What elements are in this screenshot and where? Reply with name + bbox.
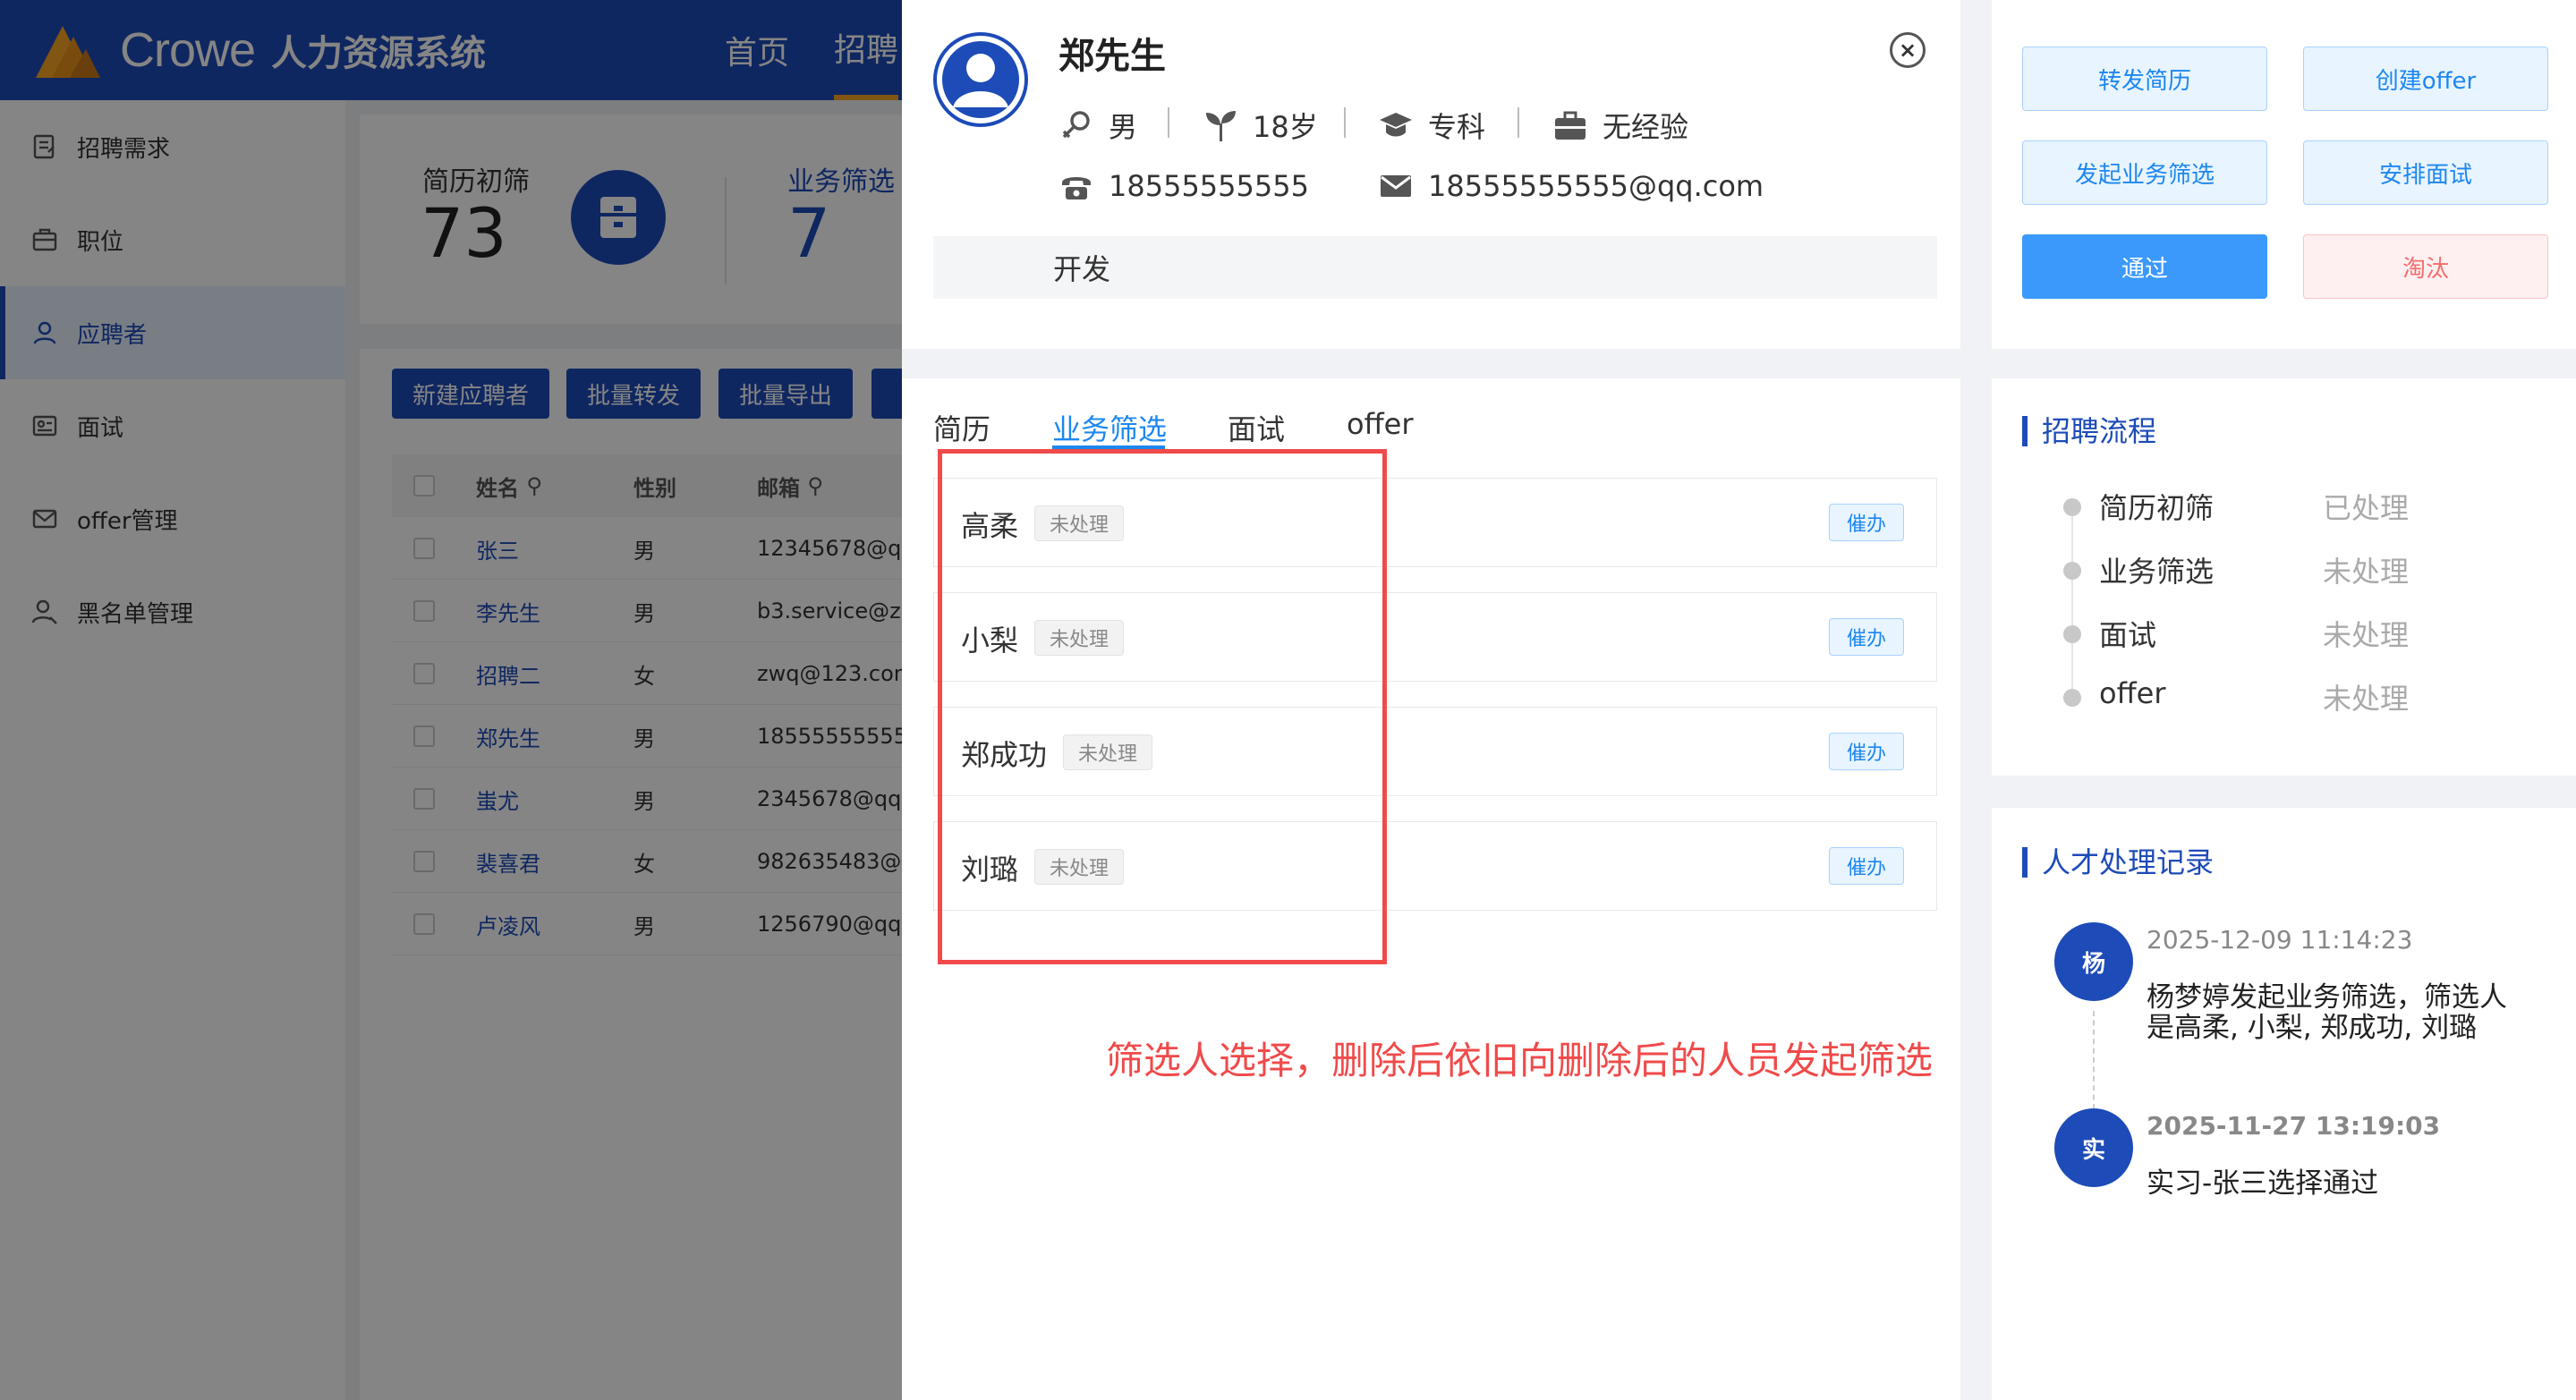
process-line xyxy=(2071,504,2073,695)
candidate-name: 郑先生 xyxy=(1058,36,1166,77)
process-step-status: 已处理 xyxy=(2323,491,2410,525)
user-avatar-icon xyxy=(937,36,1024,123)
gender-icon xyxy=(1062,111,1090,139)
urge-button[interactable]: 催办 xyxy=(1829,618,1904,656)
candidate-drawer: 郑先生 × 男 18岁 专科 无经验 18555555555 185555555… xyxy=(902,0,2576,1400)
process-step-name: 简历初筛 xyxy=(2099,491,2215,525)
graduation-cap-icon xyxy=(1380,113,1412,137)
records-panel xyxy=(1992,808,2576,1400)
process-dot xyxy=(2063,689,2081,707)
mail-icon xyxy=(1381,175,1411,197)
urge-button[interactable]: 催办 xyxy=(1829,733,1904,770)
candidate-header-panel: 郑先生 × 男 18岁 专科 无经验 18555555555 185555555… xyxy=(902,0,1960,349)
phone-icon xyxy=(1062,177,1091,199)
record-avatar: 杨 xyxy=(2054,922,2133,1001)
pass-button[interactable]: 通过 xyxy=(2022,234,2267,299)
record-text: 实习-张三选择通过 xyxy=(2147,1167,2379,1200)
record-avatar: 实 xyxy=(2054,1108,2133,1187)
process-step-name: 业务筛选 xyxy=(2099,555,2215,589)
record-text: 杨梦婷发起业务筛选，筛选人是高柔, 小梨, 郑成功, 刘璐 xyxy=(2147,981,2507,1044)
records-line xyxy=(2093,1011,2095,1109)
process-step-name: offer xyxy=(2099,676,2166,710)
highlight-box xyxy=(938,449,1387,964)
briefcase-icon xyxy=(1555,111,1586,140)
start-screening-button[interactable]: 发起业务筛选 xyxy=(2022,140,2267,205)
info-divider xyxy=(1168,107,1169,138)
candidate-gender: 男 xyxy=(1058,105,1137,146)
candidate-education: 专科 xyxy=(1378,105,1485,146)
process-step-name: 面试 xyxy=(2099,618,2157,652)
action-panel: 转发简历 创建offer 发起业务筛选 安排面试 通过 淘汰 xyxy=(1992,0,2576,349)
record-time: 2025-11-27 13:19:03 xyxy=(2147,1111,2441,1141)
urge-button[interactable]: 催办 xyxy=(1829,504,1904,541)
close-button[interactable]: × xyxy=(1890,32,1926,68)
avatar xyxy=(933,32,1028,127)
tab-offer[interactable]: offer xyxy=(1347,407,1413,441)
tab-resume[interactable]: 简历 xyxy=(933,407,990,448)
process-step-status: 未处理 xyxy=(2323,682,2410,716)
create-offer-button[interactable]: 创建offer xyxy=(2303,47,2548,111)
records-title: 人才处理记录 xyxy=(2022,847,2214,878)
urge-button[interactable]: 催办 xyxy=(1829,847,1904,885)
department-bar: 开发 xyxy=(933,236,1937,299)
process-dot xyxy=(2063,562,2081,580)
process-title: 招聘流程 xyxy=(2022,416,2156,446)
info-divider xyxy=(1344,107,1346,138)
process-panel: 招聘流程 简历初筛 已处理 业务筛选 未处理 面试 未处理 offer 未处理 xyxy=(1992,378,2576,776)
candidate-phone: 18555555555 xyxy=(1058,168,1309,204)
forward-resume-button[interactable]: 转发简历 xyxy=(2022,47,2267,111)
process-dot xyxy=(2063,625,2081,643)
modal-overlay[interactable] xyxy=(0,0,902,1400)
candidate-email: 18555555555@qq.com xyxy=(1378,168,1764,204)
candidate-experience: 无经验 xyxy=(1552,105,1688,146)
schedule-interview-button[interactable]: 安排面试 xyxy=(2303,140,2548,205)
process-dot xyxy=(2063,498,2081,516)
info-divider xyxy=(1518,107,1519,138)
sprout-icon xyxy=(1206,111,1236,141)
tab-interview[interactable]: 面试 xyxy=(1228,407,1285,448)
reject-button[interactable]: 淘汰 xyxy=(2303,234,2548,299)
record-time: 2025-12-09 11:14:23 xyxy=(2147,925,2413,955)
tab-business-screening[interactable]: 业务筛选 xyxy=(1052,407,1167,448)
process-step-status: 未处理 xyxy=(2323,555,2410,589)
process-step-status: 未处理 xyxy=(2323,618,2410,652)
annotation-note: 筛选人选择，删除后依旧向删除后的人员发起筛选 xyxy=(1106,1039,1934,1082)
candidate-age: 18岁 xyxy=(1203,105,1318,146)
